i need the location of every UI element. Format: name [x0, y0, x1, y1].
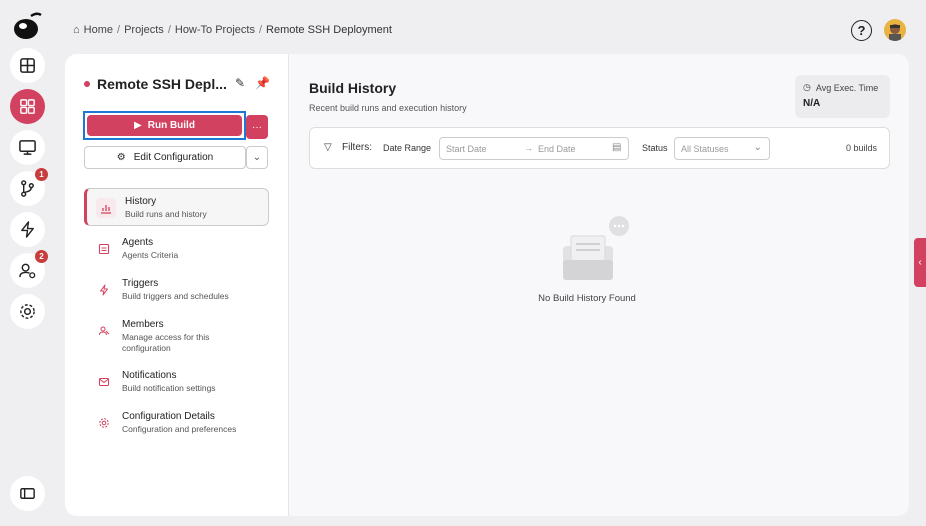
gear-icon — [20, 304, 35, 319]
nav-item-triggers[interactable]: Triggers Build triggers and schedules — [84, 271, 269, 312]
app-logo[interactable] — [11, 10, 43, 42]
layout-icon — [20, 58, 35, 73]
app-rail: 1 2 — [0, 0, 52, 526]
calendar-icon[interactable]: ▤ — [612, 142, 621, 153]
pin-icon[interactable]: 📌 — [255, 76, 270, 90]
nav-item-agents[interactable]: Agents Agents Criteria — [84, 230, 269, 271]
project-name: Remote SSH Depl... — [97, 76, 227, 92]
gear-icon: ⚙ — [116, 152, 126, 163]
run-build-label: Run Build — [147, 120, 195, 131]
build-count: 0 builds — [845, 143, 877, 153]
main-card: Remote SSH Depl... ✎ 📌 ▶ Run Build ··· ⚙… — [65, 54, 909, 516]
nav-subtitle: Configuration and preferences — [122, 424, 237, 434]
lightning-icon — [21, 221, 34, 238]
user-settings-icon — [19, 263, 36, 279]
date-range-label: Date Range — [383, 143, 432, 153]
build-history-panel: Build History Recent build runs and exec… — [289, 54, 909, 516]
chevron-down-icon: ⌄ — [753, 142, 762, 153]
rail-dashboard-button[interactable] — [10, 89, 45, 124]
nav-title: Triggers — [122, 278, 159, 289]
status-select-value: All Statuses — [681, 144, 729, 154]
breadcrumb-projects[interactable]: Projects — [124, 24, 164, 36]
nav-subtitle: Manage access for this configuration — [122, 332, 210, 353]
lightning-icon — [94, 280, 114, 300]
nav-subtitle: Agents Criteria — [122, 250, 179, 260]
empty-inbox-illustration — [563, 216, 629, 280]
monitor-icon — [19, 140, 36, 155]
users-badge: 2 — [35, 250, 48, 263]
nav-title: Configuration Details — [122, 411, 215, 422]
nav-subtitle: Build triggers and schedules — [122, 291, 229, 301]
breadcrumb: ⌂ Home / Projects / How-To Projects / Re… — [73, 24, 392, 36]
avatar[interactable] — [884, 19, 906, 41]
nav-subtitle: Build notification settings — [122, 383, 216, 393]
help-icon[interactable]: ? — [851, 20, 872, 41]
pencil-icon[interactable]: ✎ — [235, 76, 245, 90]
avg-exec-value: N/A — [803, 98, 821, 109]
arrow-right-icon: → — [524, 143, 533, 153]
gear-icon — [94, 413, 114, 433]
sidebar-toggle-icon — [20, 488, 35, 499]
nav-title: Members — [122, 319, 164, 330]
nav-title: Agents — [122, 237, 154, 248]
git-branch-icon — [21, 180, 34, 197]
nav-item-history[interactable]: History Build runs and history — [84, 188, 269, 226]
chevron-down-icon: ⌄ — [252, 152, 262, 163]
page-title: Build History — [309, 80, 397, 96]
nav-subtitle: Build runs and history — [125, 209, 207, 219]
edit-configuration-label: Edit Configuration — [133, 152, 214, 163]
avatar-face-icon — [889, 24, 901, 41]
breadcrumb-home[interactable]: Home — [84, 24, 113, 36]
agent-icon — [94, 239, 114, 259]
run-build-button[interactable]: ▶ Run Build — [87, 115, 242, 136]
edit-configuration-button[interactable]: ⚙ Edit Configuration — [84, 146, 246, 169]
rail-triggers-button[interactable] — [10, 212, 45, 247]
rail-monitor-button[interactable] — [10, 130, 45, 165]
project-title: Remote SSH Depl... — [84, 76, 227, 92]
nav-title: History — [125, 196, 157, 207]
play-icon: ▶ — [134, 120, 142, 131]
start-date-placeholder: Start Date — [446, 144, 487, 154]
status-select[interactable]: All Statuses ⌄ — [674, 137, 770, 160]
git-badge: 1 — [35, 168, 48, 181]
nav-item-members[interactable]: Members Manage access for this configura… — [84, 312, 269, 363]
breadcrumb-separator: / — [167, 24, 171, 36]
end-date-placeholder: End Date — [538, 144, 576, 154]
empty-state-text: No Build History Found — [538, 293, 636, 304]
date-range-picker[interactable]: Start Date → End Date ▤ — [439, 137, 629, 160]
mail-icon — [94, 372, 114, 392]
nav-title: Notifications — [122, 370, 177, 381]
breadcrumb-current: Remote SSH Deployment — [266, 24, 392, 36]
page-subtitle: Recent build runs and execution history — [309, 103, 467, 113]
filter-icon: ▽ — [324, 142, 332, 153]
rail-git-button[interactable]: 1 — [10, 168, 48, 206]
run-build-focus-ring: ▶ Run Build — [83, 111, 246, 140]
status-dot — [84, 81, 90, 87]
dashboard-grid-icon — [20, 99, 35, 114]
rail-sidebar-toggle-button[interactable] — [10, 476, 45, 511]
members-icon — [94, 321, 114, 341]
nav-item-notifications[interactable]: Notifications Build notification setting… — [84, 363, 269, 404]
home-icon: ⌂ — [73, 24, 80, 36]
filters-bar: ▽ Filters: Date Range Start Date → End D… — [309, 127, 890, 169]
chevron-left-icon: ‹ — [918, 257, 922, 268]
config-sidebar: Remote SSH Depl... ✎ 📌 ▶ Run Build ··· ⚙… — [65, 54, 289, 516]
rail-user-settings-button[interactable]: 2 — [10, 250, 48, 288]
avg-exec-time-card: ◷ Avg Exec. Time N/A — [795, 75, 890, 118]
rail-settings-button[interactable] — [10, 294, 45, 329]
config-nav: History Build runs and history Agents Ag… — [84, 188, 269, 445]
clock-icon: ◷ — [803, 82, 811, 92]
breadcrumb-separator: / — [258, 24, 263, 36]
rail-layout-button[interactable] — [10, 48, 45, 83]
edit-configuration-dropdown[interactable]: ⌄ — [246, 146, 268, 169]
side-panel-toggle[interactable]: ‹ — [914, 238, 926, 287]
status-label: Status — [642, 143, 668, 153]
nav-item-configuration-details[interactable]: Configuration Details Configuration and … — [84, 404, 269, 445]
breadcrumb-separator: / — [117, 24, 121, 36]
filters-label: Filters: — [342, 142, 372, 153]
avg-exec-label: Avg Exec. Time — [815, 82, 879, 93]
more-options-button[interactable]: ··· — [246, 115, 268, 139]
breadcrumb-howto[interactable]: How-To Projects — [175, 24, 255, 36]
chart-icon — [96, 198, 116, 218]
